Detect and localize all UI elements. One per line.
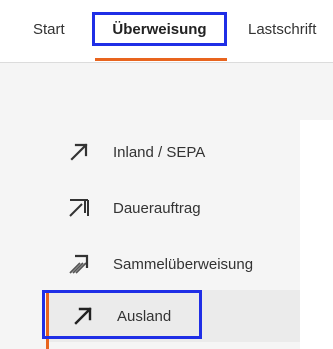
arrow-up-right-icon	[69, 302, 97, 330]
menu-item-sammelueberweisung[interactable]: Sammelüberweisung	[46, 240, 300, 288]
active-tab-indicator	[95, 58, 227, 61]
tab-lastschrift[interactable]: Lastschrift	[248, 21, 316, 38]
menu-item-inland-sepa[interactable]: Inland / SEPA	[46, 128, 300, 176]
active-item-indicator	[46, 290, 49, 349]
menu-item-label: Dauerauftrag	[113, 199, 201, 217]
double-arrow-up-right-icon	[65, 194, 93, 222]
menu-item-label: Sammelüberweisung	[113, 255, 254, 273]
menu-item-ausland[interactable]: Ausland	[46, 290, 300, 342]
top-navigation-bar: Start Überweisung Lastschrift	[0, 0, 333, 63]
tab-ueberweisung[interactable]: Überweisung	[92, 12, 227, 46]
content-panel	[300, 120, 333, 349]
menu-item-label: Ausland	[117, 307, 172, 325]
arrow-up-right-icon	[65, 138, 93, 166]
menu-item-label: Inland / SEPA	[113, 143, 206, 161]
menu-item-dauerauftrag[interactable]: Dauerauftrag	[46, 184, 300, 232]
multi-arrow-up-right-icon	[65, 250, 93, 278]
tab-start[interactable]: Start	[33, 21, 65, 38]
tab-ueberweisung-label: Überweisung	[112, 20, 207, 38]
